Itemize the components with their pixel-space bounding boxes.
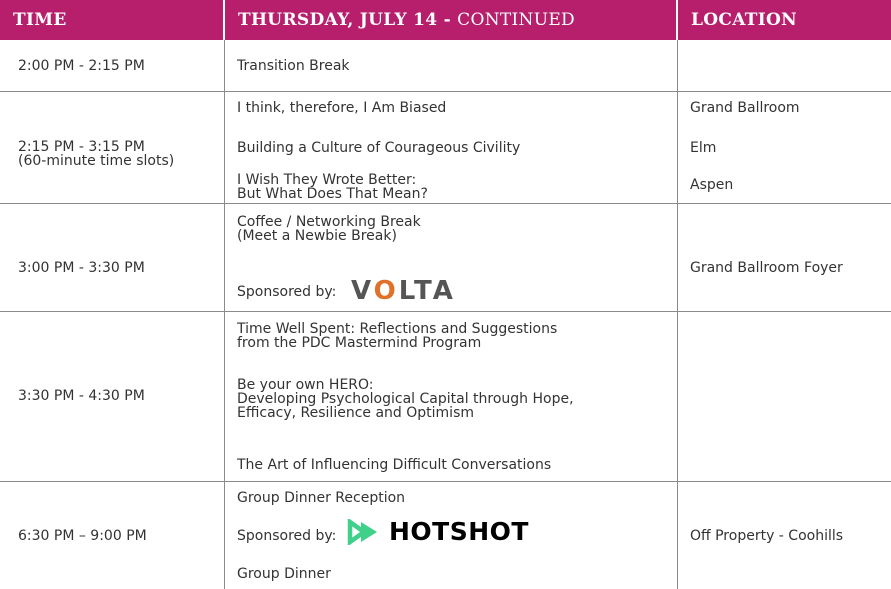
header-time-label: TIME [13,10,67,30]
hotshot-logo: HOTSHOT [347,519,529,545]
location-name: Grand Ballroom [690,100,800,116]
session-title: Coffee / Networking Break (Meet a Newbie… [237,214,421,244]
header-location-label: LOCATION [691,10,797,30]
play-icon [347,519,377,545]
session-title: The Art of Influencing Difficult Convers… [237,457,552,473]
row-divider [0,203,891,204]
session-title: Building a Culture of Courageous Civilit… [237,140,521,156]
header-day-label: THURSDAY, JULY 14 - [238,10,451,30]
row-divider [0,91,891,92]
session-title: Be your own HERO: Developing Psychologic… [237,377,574,421]
session-title: Time Well Spent: Reflections and Suggest… [237,321,558,351]
row-time: 2:15 PM - 3:15 PM (60-minute time slots) [18,139,175,169]
column-divider [224,40,225,589]
session-title: Group Dinner [237,566,331,582]
column-divider [677,40,678,589]
header-day-suffix: CONTINUED [457,10,575,30]
session-title: Transition Break [237,58,350,74]
row-time: 3:30 PM - 4:30 PM [18,388,145,404]
row-divider [0,311,891,312]
header-day: THURSDAY, JULY 14 - CONTINUED [225,0,676,40]
row-divider [0,481,891,482]
location-name: Elm [690,140,717,156]
volta-logo-o: O [373,276,399,306]
row-time: 2:00 PM - 2:15 PM [18,58,145,74]
sponsor-label: Sponsored by: [237,528,337,544]
volta-logo-lta: LTA [398,276,456,306]
volta-logo-v: V [351,276,374,306]
session-title: I think, therefore, I Am Biased [237,100,447,116]
schedule-table: TIME THURSDAY, JULY 14 - CONTINUED LOCAT… [0,0,891,589]
row-time: 3:00 PM - 3:30 PM [18,260,145,276]
sponsor-label: Sponsored by: [237,284,337,300]
location-name: Aspen [690,177,734,193]
session-title: Group Dinner Reception [237,490,406,506]
header-location: LOCATION [678,0,891,40]
row-time: 6:30 PM – 9:00 PM [18,528,147,544]
location-name: Off Property - Coohills [690,528,844,544]
header-time: TIME [0,0,223,40]
location-name: Grand Ballroom Foyer [690,260,843,276]
volta-logo: VOLTA [351,278,456,304]
session-title: I Wish They Wrote Better: But What Does … [237,172,428,202]
hotshot-logo-text: HOTSHOT [389,517,529,546]
